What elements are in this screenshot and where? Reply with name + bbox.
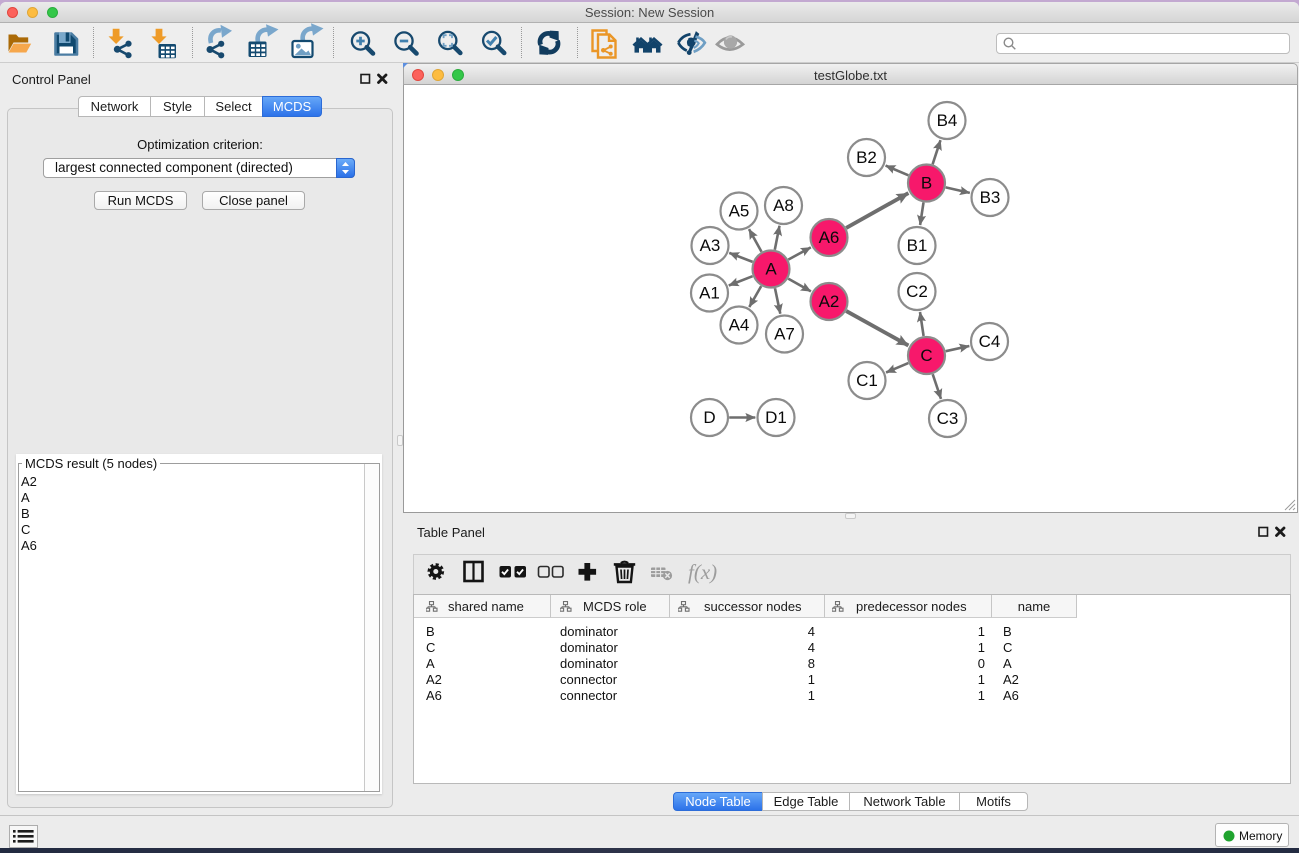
svg-text:A8: A8 xyxy=(773,196,794,215)
svg-text:A5: A5 xyxy=(729,202,750,221)
svg-text:A: A xyxy=(765,260,777,279)
svg-text:A7: A7 xyxy=(774,325,795,344)
svg-text:C3: C3 xyxy=(937,409,959,428)
svg-text:B3: B3 xyxy=(980,188,1001,207)
svg-text:D: D xyxy=(703,408,715,427)
svg-text:C1: C1 xyxy=(856,371,878,390)
svg-text:f(x): f(x) xyxy=(688,560,717,584)
svg-text:A4: A4 xyxy=(729,316,750,335)
svg-text:A3: A3 xyxy=(700,236,721,255)
svg-text:B2: B2 xyxy=(856,148,877,167)
svg-text:B1: B1 xyxy=(907,236,928,255)
svg-text:D1: D1 xyxy=(765,408,787,427)
svg-text:B: B xyxy=(921,174,932,193)
svg-text:A2: A2 xyxy=(819,292,840,311)
svg-text:C: C xyxy=(920,346,932,365)
svg-text:C4: C4 xyxy=(979,332,1001,351)
svg-text:A6: A6 xyxy=(819,228,840,247)
svg-text:B4: B4 xyxy=(937,111,958,130)
svg-text:C2: C2 xyxy=(906,282,928,301)
svg-text:A1: A1 xyxy=(699,284,720,303)
